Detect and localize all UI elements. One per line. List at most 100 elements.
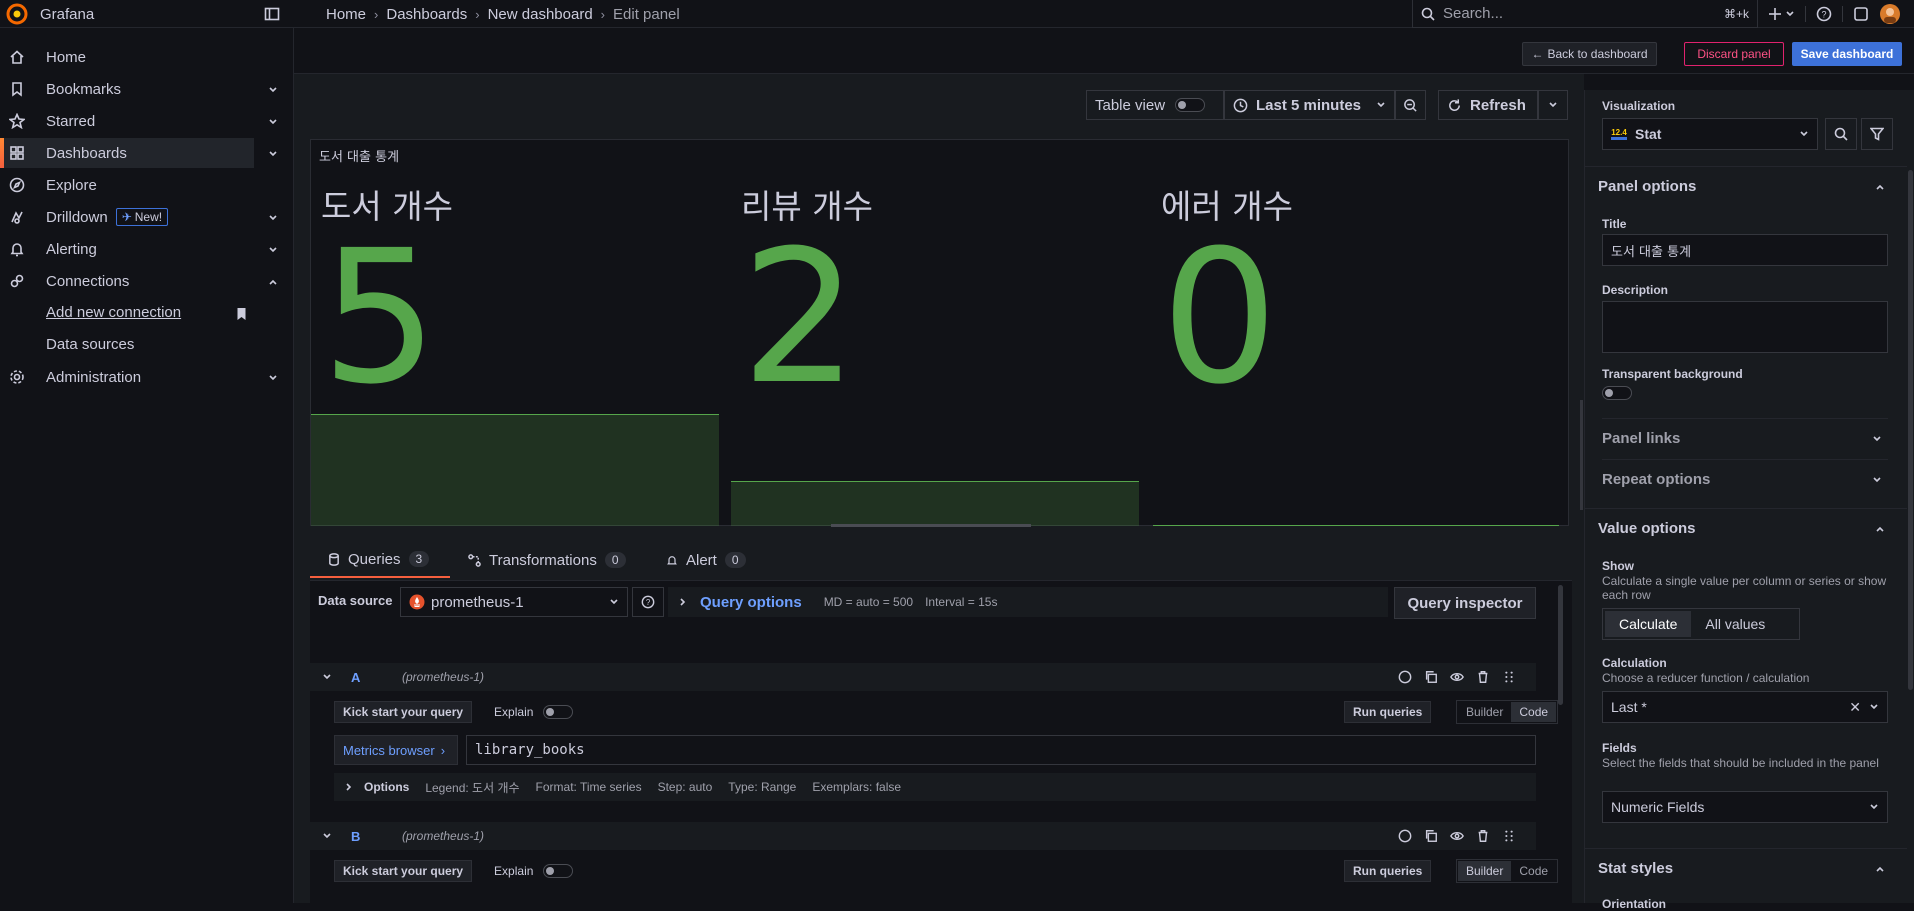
builder-mode-button[interactable]: Builder [1458, 861, 1512, 881]
code-mode-button[interactable]: Code [1511, 861, 1556, 881]
search-bar[interactable]: Search... ⌘+k [1412, 0, 1758, 28]
help-icon[interactable] [1398, 670, 1412, 684]
options-search-button[interactable] [1825, 118, 1857, 150]
promql-code-editor[interactable]: library_books [466, 735, 1536, 765]
chevron-up-icon[interactable] [268, 277, 278, 287]
kick-start-button[interactable]: Kick start your query [334, 701, 473, 723]
tab-alert[interactable]: Alert 0 [666, 542, 746, 578]
prometheus-icon [409, 594, 425, 610]
user-avatar[interactable] [1879, 3, 1901, 25]
copy-icon[interactable] [1424, 670, 1438, 684]
chevron-down-icon[interactable] [322, 672, 332, 682]
splitter-handle[interactable] [1580, 400, 1583, 510]
panel-options-section[interactable]: Panel options [1585, 166, 1907, 206]
refresh-button[interactable]: Refresh [1438, 90, 1538, 120]
help-icon[interactable]: ? [1816, 6, 1832, 22]
tab-transformations[interactable]: Transformations 0 [468, 542, 626, 578]
sidebar-item-explore[interactable]: Explore [0, 170, 290, 200]
chevron-down-icon[interactable] [268, 149, 278, 159]
run-queries-button[interactable]: Run queries [1344, 701, 1432, 723]
sidebar-item-starred[interactable]: Starred [0, 106, 290, 136]
table-view-toggle[interactable]: Table view [1086, 90, 1224, 120]
scrollbar-thumb[interactable] [1908, 170, 1913, 690]
sidebar-item-home[interactable]: Home [0, 42, 290, 72]
trash-icon[interactable] [1476, 829, 1490, 843]
chevron-down-icon[interactable] [268, 373, 278, 383]
back-to-dashboard-button[interactable]: ← Back to dashboard [1522, 42, 1657, 66]
query-options-label[interactable]: Query options [700, 594, 802, 611]
data-source-help-button[interactable]: ? [632, 587, 664, 617]
sidebar-subitem-add-new-connection[interactable]: Add new connection [46, 304, 181, 321]
description-field-label: Description [1602, 283, 1669, 297]
code-mode-button[interactable]: Code [1511, 702, 1557, 722]
sidebar-item-connections[interactable]: Connections [0, 266, 290, 296]
stat-panel[interactable]: 도서 대출 통계 도서 개수 5 리뷰 개수 2 에러 개수 0 [310, 139, 1569, 527]
query-inspector-button[interactable]: Query inspector [1394, 587, 1536, 619]
query-row-b-header[interactable]: B (prometheus-1) [310, 822, 1536, 850]
repeat-options-section[interactable]: Repeat options [1602, 459, 1888, 499]
query-ref-id[interactable]: A [351, 670, 360, 685]
kick-start-button[interactable]: Kick start your query [334, 860, 473, 882]
eye-icon[interactable] [1450, 670, 1464, 684]
query-options-bar[interactable]: Query options MD = auto = 500 Interval =… [668, 587, 1388, 617]
query-a-options[interactable]: Options Legend: 도서 개수 Format: Time serie… [334, 773, 1536, 801]
chevron-down-icon[interactable] [268, 213, 278, 223]
stat-styles-section[interactable]: Stat styles [1585, 848, 1907, 888]
options-filter-button[interactable] [1861, 118, 1893, 150]
time-range-picker[interactable]: Last 5 minutes [1224, 90, 1395, 120]
title-input[interactable]: 도서 대출 통계 [1602, 234, 1888, 266]
drag-handle-icon[interactable] [1502, 670, 1516, 684]
grafana-logo-icon[interactable] [6, 3, 28, 25]
refresh-interval-dropdown[interactable] [1538, 90, 1568, 120]
transparent-background-toggle[interactable] [1602, 386, 1632, 400]
new-menu-button[interactable] [1768, 7, 1795, 21]
chevron-down-icon[interactable] [268, 85, 278, 95]
save-dashboard-button[interactable]: Save dashboard [1792, 42, 1902, 66]
value-options-section[interactable]: Value options [1585, 508, 1907, 548]
zoom-out-button[interactable] [1395, 90, 1426, 120]
dock-menu-icon[interactable] [264, 6, 280, 22]
explain-toggle[interactable] [543, 864, 574, 878]
clear-icon[interactable]: ✕ [1849, 699, 1861, 716]
description-textarea[interactable] [1602, 301, 1888, 353]
discard-panel-button[interactable]: Discard panel [1684, 42, 1784, 66]
chevron-down-icon[interactable] [268, 117, 278, 127]
sidebar-item-bookmarks[interactable]: Bookmarks [0, 74, 290, 104]
chevron-down-icon[interactable] [268, 245, 278, 255]
query-row-a-header[interactable]: A (prometheus-1) [310, 663, 1536, 691]
panel-links-section[interactable]: Panel links [1602, 418, 1888, 458]
drag-handle-icon[interactable] [1502, 829, 1516, 843]
sidebar-item-drilldown[interactable]: Drilldown ✈ New! [0, 202, 290, 232]
breadcrumb-dashboards[interactable]: Dashboards [386, 6, 467, 23]
sidebar-item-alerting[interactable]: Alerting [0, 234, 290, 264]
news-icon[interactable] [1853, 6, 1869, 22]
visualization-picker[interactable]: 12.4 Stat [1602, 118, 1818, 150]
query-ref-id[interactable]: B [351, 829, 360, 844]
queries-scrollbar[interactable] [1556, 581, 1564, 904]
calculation-select[interactable]: Last * ✕ [1602, 691, 1888, 723]
panel-resize-handle[interactable] [831, 524, 1031, 527]
metrics-browser-button[interactable]: Metrics browser › [334, 735, 458, 765]
sidebar-item-dashboards[interactable]: Dashboards [0, 138, 254, 168]
copy-icon[interactable] [1424, 829, 1438, 843]
builder-mode-button[interactable]: Builder [1458, 702, 1511, 722]
show-all-values-option[interactable]: All values [1691, 611, 1779, 637]
options-scrollbar[interactable] [1907, 90, 1914, 903]
toggle-switch[interactable] [1175, 98, 1206, 112]
tab-queries[interactable]: Queries 3 [310, 542, 450, 578]
eye-icon[interactable] [1450, 829, 1464, 843]
fields-select[interactable]: Numeric Fields [1602, 791, 1888, 823]
sidebar-subitem-data-sources[interactable]: Data sources [46, 336, 134, 353]
help-icon[interactable] [1398, 829, 1412, 843]
show-calculate-option[interactable]: Calculate [1605, 611, 1692, 637]
breadcrumb-home[interactable]: Home [326, 6, 366, 23]
data-source-picker[interactable]: prometheus-1 [400, 587, 628, 617]
trash-icon[interactable] [1476, 670, 1490, 684]
run-queries-button[interactable]: Run queries [1344, 860, 1432, 882]
chevron-down-icon[interactable] [322, 831, 332, 841]
sidebar-item-administration[interactable]: Administration [0, 362, 290, 392]
scrollbar-thumb[interactable] [1558, 585, 1563, 705]
explain-toggle[interactable] [543, 705, 574, 719]
bookmark-icon[interactable] [235, 307, 248, 321]
breadcrumb-new-dashboard[interactable]: New dashboard [488, 6, 593, 23]
